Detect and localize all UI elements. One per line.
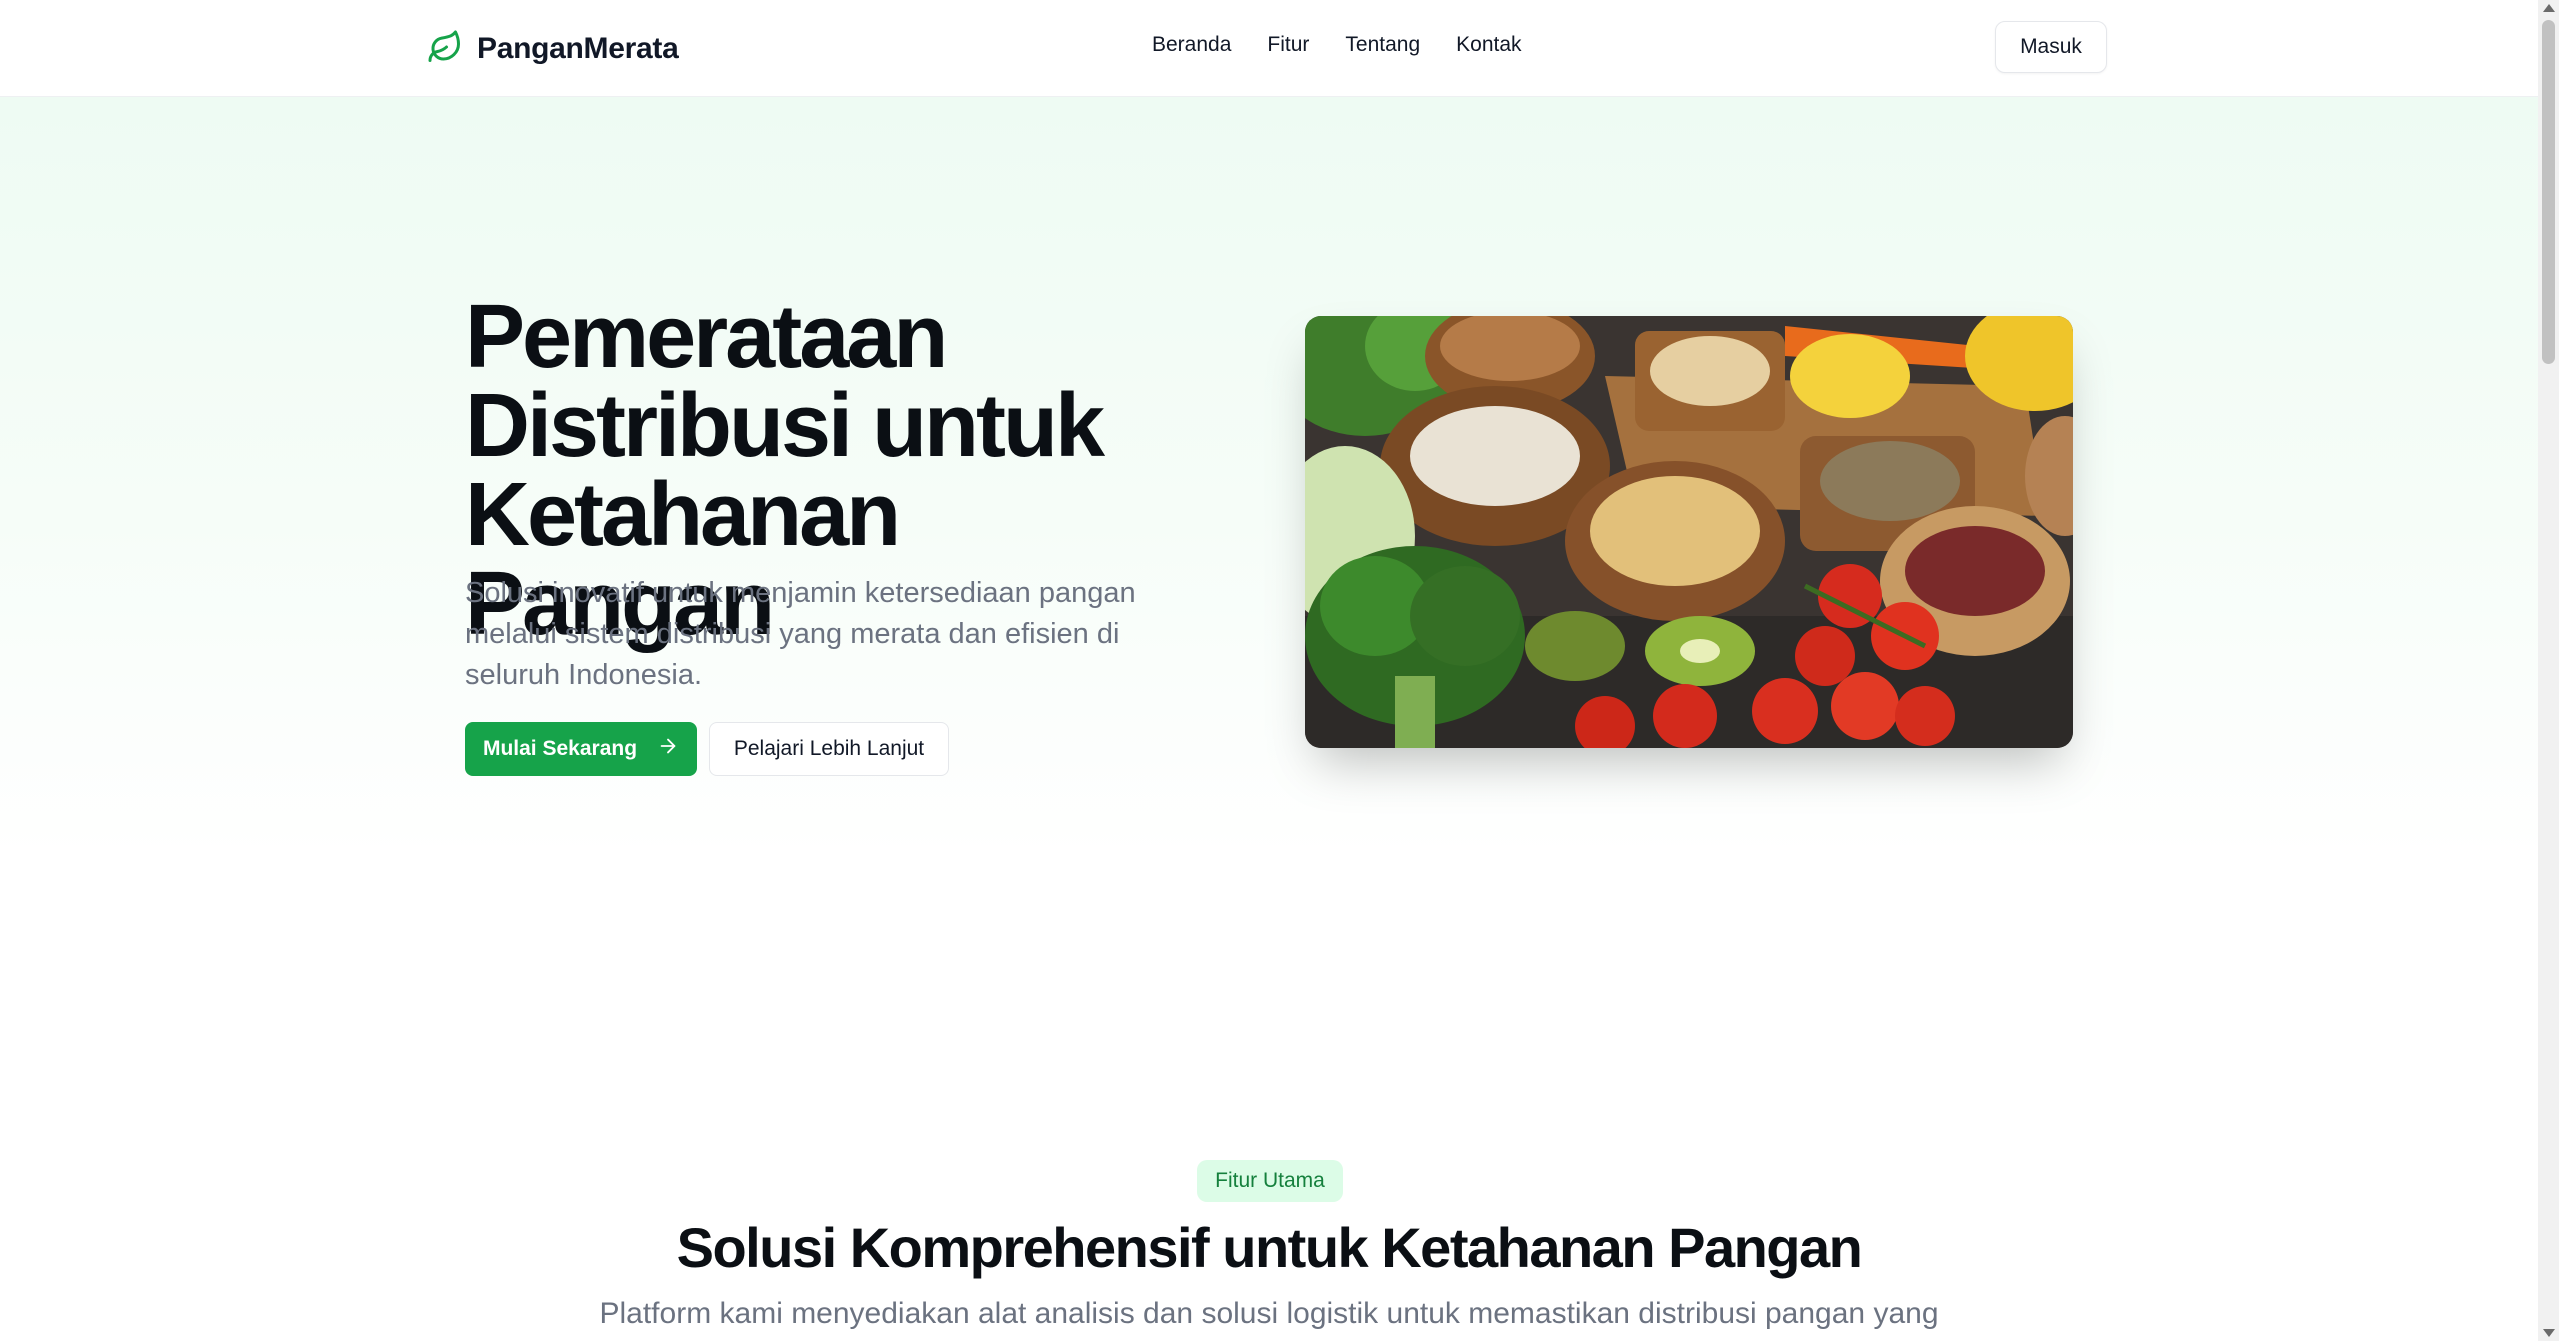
login-button[interactable]: Masuk — [1995, 21, 2107, 73]
hero-food-image — [1305, 316, 2073, 748]
hero-background — [0, 96, 2538, 856]
hero-subtitle: Solusi inovatif untuk menjamin ketersedi… — [465, 577, 1136, 691]
scrollbar-thumb[interactable] — [2542, 20, 2555, 364]
scroll-up-arrow-icon[interactable] — [2543, 4, 2555, 12]
arrow-right-icon — [657, 735, 679, 763]
brand-name: PanganMerata — [477, 32, 679, 65]
features-badge: Fitur Utama — [1197, 1160, 1343, 1202]
brand-logo[interactable]: PanganMerata — [427, 28, 679, 70]
nav-link-kontak[interactable]: Kontak — [1456, 33, 1521, 57]
scroll-down-arrow-icon[interactable] — [2543, 1329, 2555, 1337]
nav-link-fitur[interactable]: Fitur — [1267, 33, 1309, 57]
site-header: PanganMerata Beranda Fitur Tentang Konta… — [0, 0, 2538, 97]
nav-link-tentang[interactable]: Tentang — [1345, 33, 1420, 57]
get-started-label: Mulai Sekarang — [482, 737, 638, 760]
leaf-icon — [427, 29, 463, 70]
features-title: Solusi Komprehensif untuk Ketahanan Pang… — [676, 1216, 1863, 1279]
features-subtitle: Platform kami menyediakan alat analisis … — [599, 1297, 1939, 1330]
page-scrollbar[interactable] — [2538, 0, 2559, 1341]
nav-link-beranda[interactable]: Beranda — [1152, 33, 1231, 57]
main-nav: Beranda Fitur Tentang Kontak — [1152, 33, 1522, 57]
get-started-button[interactable]: Mulai Sekarang — [465, 722, 697, 776]
learn-more-button[interactable]: Pelajari Lebih Lanjut — [709, 722, 949, 776]
